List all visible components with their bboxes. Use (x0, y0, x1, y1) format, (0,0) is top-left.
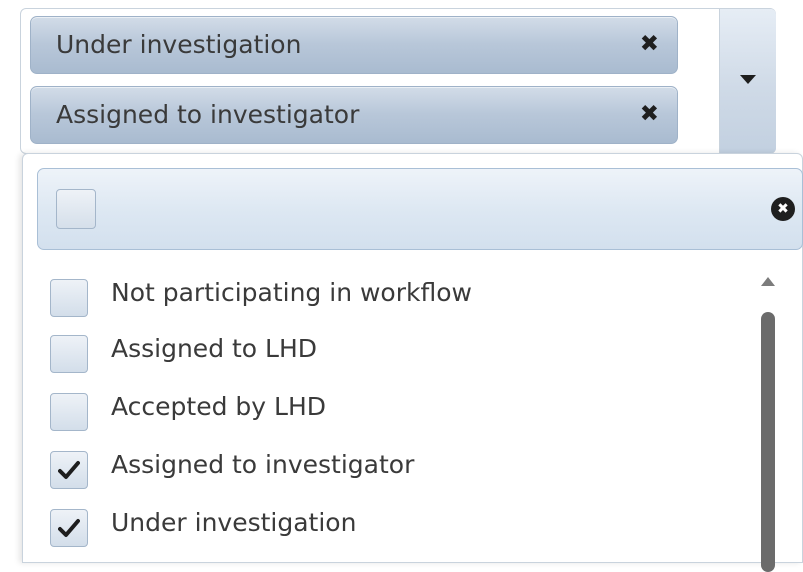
scroll-up-arrow-icon[interactable] (761, 277, 775, 286)
option-checkbox[interactable] (50, 393, 88, 431)
option-checkbox[interactable] (50, 509, 88, 547)
checkmark-icon (58, 519, 80, 537)
dropdown-toggle-button[interactable] (719, 9, 776, 153)
option-checkbox[interactable] (50, 279, 88, 317)
list-item[interactable]: Assigned to investigator (50, 444, 740, 494)
dropdown-popup: ✖ Not participating in workflow Assigned… (22, 153, 803, 572)
option-label: Assigned to LHD (111, 334, 318, 363)
chevron-down-icon (740, 75, 756, 84)
option-label: Under investigation (111, 508, 357, 537)
scrollbar-thumb[interactable] (761, 312, 775, 572)
scrollbar[interactable] (758, 274, 778, 572)
multiselect-control[interactable]: Under investigation ✖ Assigned to invest… (20, 8, 776, 154)
checkmark-icon (58, 461, 80, 479)
select-all-checkbox[interactable] (56, 189, 96, 229)
remove-chip-icon[interactable]: ✖ (640, 100, 659, 128)
list-item[interactable]: Not participating in workflow (50, 272, 740, 322)
chip-label: Assigned to investigator (56, 100, 360, 129)
option-label: Assigned to investigator (111, 450, 415, 479)
option-checkbox[interactable] (50, 451, 88, 489)
option-label: Accepted by LHD (111, 392, 326, 421)
list-item[interactable]: Under investigation (50, 502, 740, 552)
selected-chip: Under investigation ✖ (30, 16, 678, 74)
filter-box: ✖ (37, 168, 803, 250)
list-item[interactable]: Assigned to LHD (50, 328, 740, 378)
chip-label: Under investigation (56, 30, 302, 59)
option-label: Not participating in workflow (111, 278, 472, 307)
selected-chip: Assigned to investigator ✖ (30, 86, 678, 144)
list-item[interactable]: Accepted by LHD (50, 386, 740, 436)
filter-input[interactable] (108, 193, 722, 227)
clear-filter-icon[interactable]: ✖ (771, 197, 795, 221)
remove-chip-icon[interactable]: ✖ (640, 30, 659, 58)
option-checkbox[interactable] (50, 335, 88, 373)
